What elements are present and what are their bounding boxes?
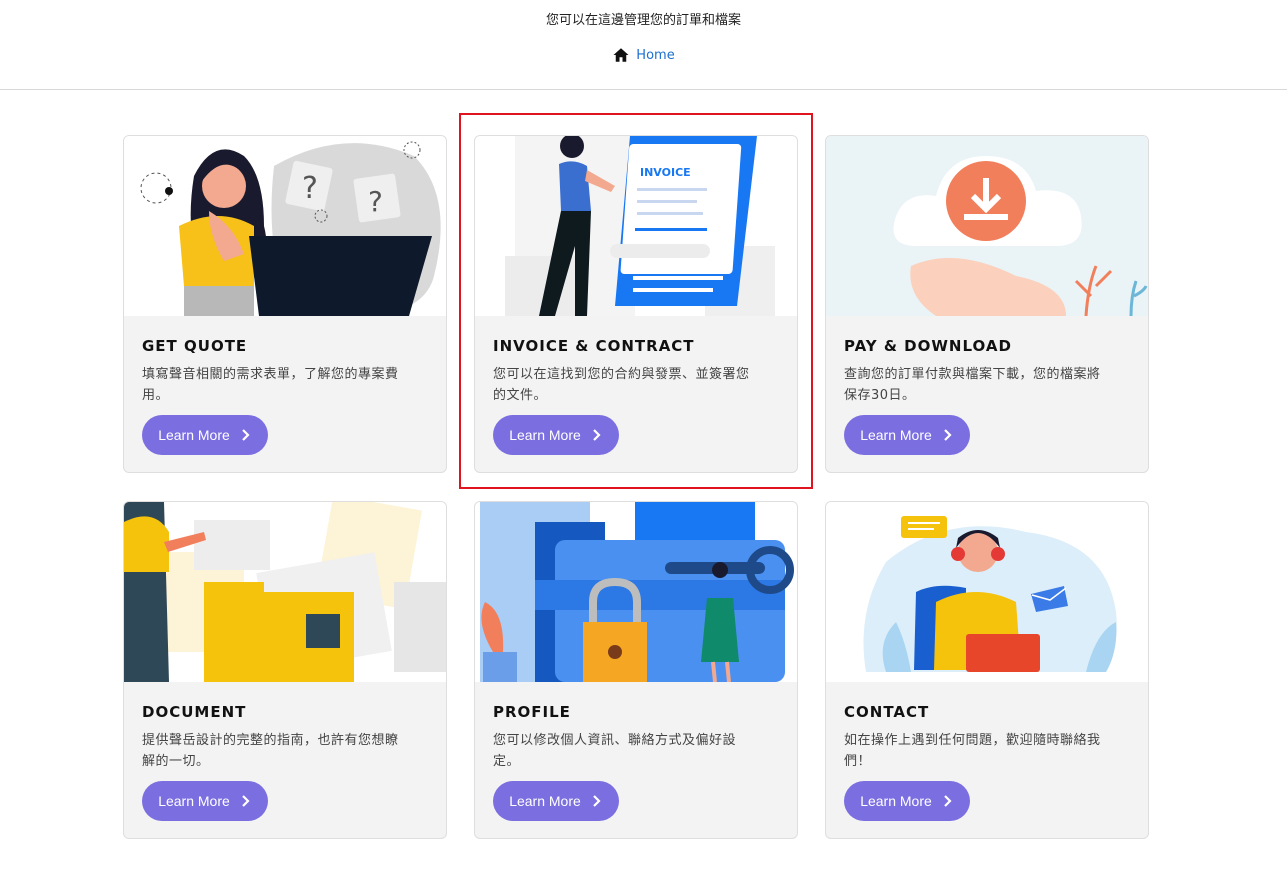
button-label: Learn More: [860, 793, 932, 809]
breadcrumb: Home: [0, 46, 1287, 64]
chevron-right-icon: [242, 429, 250, 441]
card-title: INVOICE & CONTRACT: [493, 337, 695, 355]
card-title: PROFILE: [493, 703, 571, 721]
card-title: CONTACT: [844, 703, 930, 721]
card-description: 如在操作上遇到任何問題，歡迎隨時聯絡我們！: [844, 733, 1101, 769]
card-description: 您可以修改個人資訊、聯絡方式及偏好設定。: [493, 733, 737, 769]
page-subtitle: 您可以在這邊管理您的訂單和檔案: [545, 13, 741, 28]
invoice-illustration: INVOICE $: [475, 136, 797, 316]
pay-download-illustration: [826, 136, 1148, 316]
card-description: 提供聲岳設計的完整的指南，也許有您想瞭解的一切。: [142, 733, 399, 769]
get-quote-learn-more-button[interactable]: Learn More: [142, 415, 268, 455]
document-illustration: [124, 502, 446, 682]
contact-learn-more-button[interactable]: Learn More: [844, 781, 970, 821]
home-icon[interactable]: [612, 46, 630, 64]
card-profile: PROFILE 您可以修改個人資訊、聯絡方式及偏好設定。 Learn More: [474, 501, 798, 839]
svg-text:$: $: [713, 242, 727, 266]
chevron-right-icon: [944, 429, 952, 441]
chevron-right-icon: [242, 795, 250, 807]
profile-illustration: [475, 502, 797, 682]
card-document: DOCUMENT 提供聲岳設計的完整的指南，也許有您想瞭解的一切。 Learn …: [123, 501, 447, 839]
breadcrumb-home-link[interactable]: Home: [636, 48, 674, 63]
svg-text:?: ?: [368, 185, 383, 218]
contact-illustration: [826, 502, 1148, 682]
card-contact: CONTACT 如在操作上遇到任何問題，歡迎隨時聯絡我們！ Learn More: [825, 501, 1149, 839]
button-label: Learn More: [860, 427, 932, 443]
button-label: Learn More: [158, 427, 230, 443]
card-description: 您可以在這找到您的合約與發票、並簽署您的文件。: [493, 367, 750, 403]
invoice-learn-more-button[interactable]: Learn More: [493, 415, 619, 455]
button-label: Learn More: [158, 793, 230, 809]
document-learn-more-button[interactable]: Learn More: [142, 781, 268, 821]
card-invoice-contract: INVOICE $ INVOICE & CONTRACT 您可以在這找到您的合約…: [474, 135, 798, 473]
card-description: 填寫聲音相關的需求表單，了解您的專案費用。: [142, 367, 399, 403]
button-label: Learn More: [509, 793, 581, 809]
pay-download-learn-more-button[interactable]: Learn More: [844, 415, 970, 455]
chevron-right-icon: [944, 795, 952, 807]
svg-text:INVOICE: INVOICE: [640, 166, 691, 179]
page-header: 您可以在這邊管理您的訂單和檔案 Home: [0, 0, 1287, 90]
get-quote-illustration: ? ?: [124, 136, 446, 316]
card-title: PAY & DOWNLOAD: [844, 337, 1012, 355]
chevron-right-icon: [593, 429, 601, 441]
card-pay-download: PAY & DOWNLOAD 查詢您的訂單付款與檔案下載，您的檔案將保存30日。…: [825, 135, 1149, 473]
chevron-right-icon: [593, 795, 601, 807]
profile-learn-more-button[interactable]: Learn More: [493, 781, 619, 821]
button-label: Learn More: [509, 427, 581, 443]
card-title: GET QUOTE: [142, 337, 248, 355]
card-get-quote: ? ? GET QUOTE 填寫聲音相關的需求表單，了解您的專案費用。 Lear…: [123, 135, 447, 473]
svg-text:?: ?: [302, 171, 318, 206]
card-title: DOCUMENT: [142, 703, 247, 721]
card-description: 查詢您的訂單付款與檔案下載，您的檔案將保存30日。: [844, 367, 1101, 403]
